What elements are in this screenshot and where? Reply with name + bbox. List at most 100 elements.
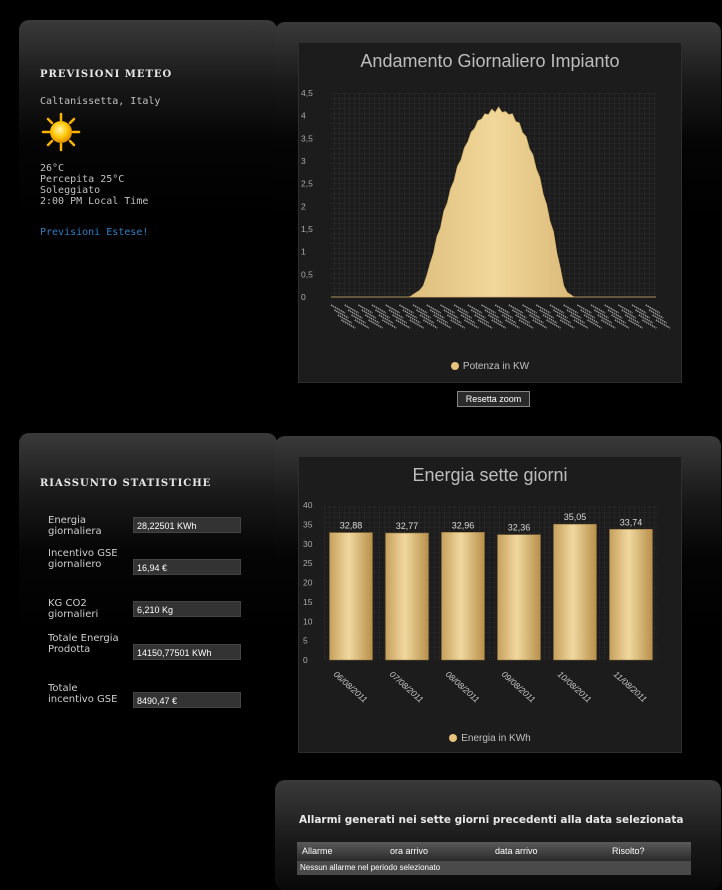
x-tick-label bbox=[522, 304, 537, 314]
x-tick-label bbox=[508, 304, 524, 314]
x-tick-label bbox=[590, 304, 606, 314]
meteo-perceived: Percepita 25°C bbox=[40, 174, 125, 185]
column-header-time[interactable]: ora arrivo bbox=[390, 842, 428, 861]
y-tick-label: 5 bbox=[303, 636, 308, 646]
extended-forecast-link[interactable]: Previsioni Estese! bbox=[40, 227, 148, 238]
alarms-panel: Allarmi generati nei sette giorni preced… bbox=[275, 780, 721, 890]
x-tick-label bbox=[467, 304, 483, 314]
meteo-temp: 26°C bbox=[40, 163, 65, 174]
bar-value-label: 32,88 bbox=[340, 521, 363, 531]
x-tick-label: 09/08/2011 bbox=[500, 669, 538, 705]
x-tick-label: 06/08/2011 bbox=[332, 669, 370, 705]
x-tick-label bbox=[412, 304, 428, 314]
y-tick-label: 0,5 bbox=[301, 269, 313, 279]
legend-dot bbox=[450, 362, 459, 370]
y-tick-label: 1 bbox=[301, 247, 306, 257]
column-header-alarm[interactable]: Allarme bbox=[302, 842, 333, 861]
y-tick-label: 2,5 bbox=[301, 179, 313, 189]
meteo-location: Caltanissetta, Italy bbox=[40, 96, 161, 107]
y-tick-label: 4 bbox=[301, 111, 306, 121]
x-tick-label bbox=[481, 304, 496, 314]
column-header-resolved[interactable]: Risolto? bbox=[612, 842, 645, 861]
week-chart-svg[interactable]: 0 5 10 15 20 25 30 35 40 32,88 06/08/2011 32,77 07/0… bbox=[299, 457, 681, 752]
bar-09/08/2011[interactable] bbox=[497, 534, 541, 661]
y-tick-label: 40 bbox=[303, 500, 313, 510]
x-tick-label bbox=[617, 304, 633, 314]
y-tick-label: 35 bbox=[303, 519, 313, 529]
x-tick-label bbox=[330, 304, 346, 314]
x-tick-label bbox=[399, 304, 414, 314]
stat-label-energy-total: Totale Energia Prodotta bbox=[48, 633, 119, 655]
x-tick-label bbox=[563, 304, 579, 314]
bar-08/08/2011[interactable] bbox=[441, 532, 485, 661]
reset-zoom-button[interactable]: Resetta zoom bbox=[457, 391, 530, 407]
x-tick-label bbox=[426, 304, 442, 314]
daily-chart-legend-label: Potenza in KW bbox=[462, 361, 530, 372]
daily-chart-svg[interactable]: 0 0,5 1 1,5 2 2,5 3 3,5 4 4,5 bbox=[299, 43, 681, 382]
y-tick-label: 4,5 bbox=[301, 88, 313, 98]
bar-07/08/2011[interactable] bbox=[385, 532, 429, 661]
alarms-empty-row: Nessun allarme nel periodo selezionato bbox=[297, 861, 691, 875]
y-tick-label: 0 bbox=[303, 655, 308, 665]
stat-value-energy-total: 14150,77501 KWh bbox=[133, 644, 241, 660]
bar-10/08/2011[interactable] bbox=[553, 523, 597, 661]
bar-value-label: 35,05 bbox=[564, 512, 587, 522]
stat-value-energy-daily: 28,22501 KWh bbox=[133, 517, 241, 533]
x-tick-label bbox=[453, 304, 469, 314]
stat-label-energy-daily: Energia giornaliera bbox=[48, 515, 102, 537]
alarms-title: Allarmi generati nei sette giorni preced… bbox=[299, 814, 684, 826]
x-tick-label bbox=[645, 304, 661, 314]
meteo-time: 2:00 PM Local Time bbox=[40, 196, 149, 207]
x-tick-label: 10/08/2011 bbox=[556, 669, 594, 705]
x-tick-label: 08/08/2011 bbox=[444, 669, 482, 705]
x-tick-label bbox=[631, 304, 647, 314]
y-tick-label: 30 bbox=[303, 539, 313, 549]
legend-dot bbox=[449, 734, 458, 742]
meteo-condition: Soleggiato bbox=[40, 185, 101, 196]
stat-value-incentive-total: 8490,47 € bbox=[133, 692, 241, 708]
bar-value-label: 32,77 bbox=[396, 521, 419, 531]
week-chart-legend[interactable]: Energia in KWh bbox=[299, 733, 681, 744]
meteo-panel: PREVISIONI METEO Caltanissetta, Italy 26… bbox=[19, 20, 277, 240]
stat-value-co2-daily: 6,210 Kg bbox=[133, 601, 241, 617]
stat-label-incentive-daily: Incentivo GSE giornaliero bbox=[48, 548, 118, 570]
x-tick-label bbox=[494, 304, 510, 314]
x-tick-label bbox=[385, 304, 401, 314]
x-tick-label bbox=[549, 304, 565, 314]
bar-value-label: 32,36 bbox=[508, 523, 531, 533]
daily-chart-legend[interactable]: Potenza in KW bbox=[299, 361, 681, 372]
stat-label-co2-daily: KG CO2 giornalieri bbox=[48, 598, 99, 620]
x-tick-label bbox=[440, 304, 455, 314]
y-tick-label: 1,5 bbox=[301, 224, 313, 234]
y-tick-label: 3 bbox=[301, 156, 306, 166]
bar-value-label: 33,74 bbox=[620, 517, 643, 527]
x-tick-label bbox=[604, 304, 620, 314]
x-tick-label bbox=[576, 304, 592, 314]
stats-title: RIASSUNTO STATISTICHE bbox=[40, 478, 212, 489]
week-chart-legend-label: Energia in KWh bbox=[461, 733, 531, 744]
y-tick-label: 25 bbox=[303, 558, 313, 568]
alarms-table-header: Allarme ora arrivo data arrivo Risolto? bbox=[297, 842, 691, 861]
x-tick-label bbox=[344, 304, 360, 314]
y-tick-label: 15 bbox=[303, 597, 313, 607]
y-tick-label: 0 bbox=[301, 292, 306, 302]
column-header-date[interactable]: data arrivo bbox=[495, 842, 538, 861]
x-tick-label bbox=[371, 304, 387, 314]
daily-chart: Andamento Giornaliero Impianto 0 0,5 1 1,5 2… bbox=[298, 42, 682, 383]
x-tick-label: 07/08/2011 bbox=[388, 669, 426, 705]
x-tick-label bbox=[357, 304, 373, 314]
y-tick-label: 20 bbox=[303, 578, 313, 588]
bar-06/08/2011[interactable] bbox=[329, 532, 373, 661]
y-tick-label: 3,5 bbox=[301, 133, 313, 143]
x-tick-label: 11/08/2011 bbox=[612, 669, 650, 704]
meteo-title: PREVISIONI METEO bbox=[40, 69, 173, 80]
sun-icon bbox=[41, 112, 81, 152]
x-tick-label bbox=[535, 304, 551, 314]
stat-value-incentive-daily: 16,94 € bbox=[133, 559, 241, 575]
y-tick-label: 2 bbox=[301, 201, 306, 211]
y-tick-label: 10 bbox=[303, 616, 313, 626]
bar-11/08/2011[interactable] bbox=[609, 529, 653, 661]
stat-label-incentive-total: Totale incentivo GSE bbox=[48, 683, 118, 705]
bar-value-label: 32,96 bbox=[452, 520, 475, 530]
alarms-table: Allarme ora arrivo data arrivo Risolto? … bbox=[297, 842, 691, 875]
